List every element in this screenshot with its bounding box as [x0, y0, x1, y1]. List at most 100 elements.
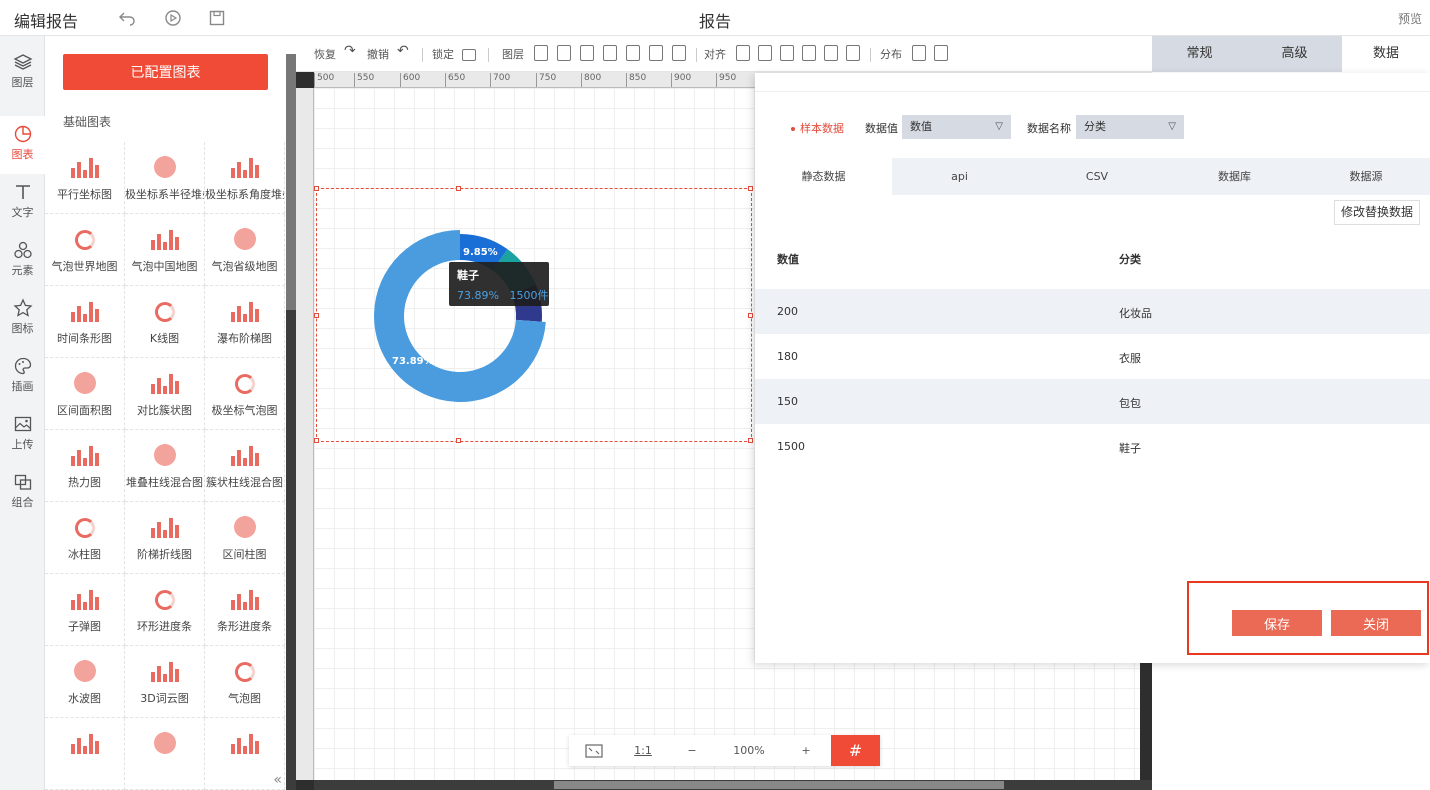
zoom-out-button[interactable]: − [667, 735, 717, 766]
nav-item-text[interactable]: 文字 [0, 174, 45, 232]
data-value-select[interactable]: 数值 ▽ [902, 115, 1011, 139]
modify-data-button[interactable]: 修改替换数据 [1333, 200, 1420, 225]
nav-item-illustrations[interactable]: 插画 [0, 348, 45, 406]
actual-size-button[interactable]: 1:1 [619, 735, 667, 766]
layer-down-icon[interactable] [580, 45, 594, 61]
delete-icon[interactable] [649, 45, 663, 61]
chart-library-item[interactable]: 平行坐标图 [45, 142, 125, 214]
undo-icon[interactable]: ↶ [397, 43, 409, 59]
save-button[interactable]: 保存 [1232, 610, 1322, 636]
distribute-horizontal-icon[interactable] [912, 45, 926, 61]
tab-advanced[interactable]: 高级 [1247, 36, 1342, 72]
table-row[interactable]: 150 包包 [755, 379, 1430, 424]
table-row[interactable]: 180 衣服 [755, 334, 1430, 379]
chart-library-item[interactable]: 3D词云图 [125, 646, 205, 718]
chart-library-item[interactable]: 极坐标系半径堆叠图 [125, 142, 205, 214]
resize-handle[interactable] [748, 313, 753, 318]
chart-library-item[interactable]: 瀑布阶梯图 [205, 286, 285, 358]
chart-library-item[interactable]: 区间柱图 [205, 502, 285, 574]
chart-library-item[interactable]: 堆叠柱线混合图 [125, 430, 205, 502]
resize-handle[interactable] [748, 186, 753, 191]
cell-category: 衣服 [1119, 352, 1141, 365]
tab-datasource[interactable]: 数据源 [1302, 158, 1430, 195]
nav-item-upload[interactable]: 上传 [0, 406, 45, 464]
tab-general[interactable]: 常规 [1152, 36, 1247, 72]
nav-item-group[interactable]: 组合 [0, 464, 45, 522]
copy-icon[interactable] [672, 45, 686, 61]
chart-library-item[interactable]: 热力图 [45, 430, 125, 502]
collapse-panel-icon[interactable]: « [273, 772, 282, 788]
fit-screen-icon[interactable] [569, 735, 619, 766]
donut-chart[interactable]: 73.89% 9.85% [370, 226, 550, 406]
chart-library-item[interactable]: 条形进度条 [205, 574, 285, 646]
chart-library-item[interactable]: 时间条形图 [45, 286, 125, 358]
chart-library-item[interactable]: 簇状柱线混合图 [205, 430, 285, 502]
layer-bottom-icon[interactable] [603, 45, 617, 61]
align-left-icon[interactable] [736, 45, 750, 61]
chart-library-item[interactable] [45, 718, 125, 790]
library-scrollbar[interactable] [286, 54, 296, 790]
resize-handle[interactable] [748, 438, 753, 443]
toolbar-divider [488, 48, 489, 62]
resize-handle[interactable] [456, 438, 461, 443]
nav-item-icons[interactable]: 图标 [0, 290, 45, 348]
close-button[interactable]: 关闭 [1331, 610, 1421, 636]
chart-library-item[interactable] [125, 718, 205, 790]
chart-library-item[interactable]: 冰柱图 [45, 502, 125, 574]
tab-static-data[interactable]: 静态数据 [755, 158, 892, 195]
undo-button[interactable]: 撤销 [367, 46, 389, 62]
undo-arrow-icon[interactable] [118, 9, 136, 27]
chart-library-item[interactable]: 环形进度条 [125, 574, 205, 646]
align-center-icon[interactable] [758, 45, 772, 61]
chart-library-item[interactable]: 极坐标气泡图 [205, 358, 285, 430]
lock-button[interactable]: 锁定 [432, 46, 454, 62]
redo-button[interactable]: 恢复 [314, 46, 336, 62]
horizontal-scroll-thumb[interactable] [554, 781, 1004, 789]
configured-charts-button[interactable]: 已配置图表 [63, 54, 268, 90]
chart-thumbnail-icon [148, 298, 182, 322]
chart-library-item[interactable]: K线图 [125, 286, 205, 358]
align-right-icon[interactable] [780, 45, 794, 61]
library-scroll-thumb[interactable] [286, 54, 296, 310]
layer-top-icon[interactable] [557, 45, 571, 61]
layer-up-icon[interactable] [534, 45, 548, 61]
nav-item-elements[interactable]: 元素 [0, 232, 45, 290]
chart-library-item[interactable]: 气泡中国地图 [125, 214, 205, 286]
save-disk-icon[interactable] [208, 9, 226, 27]
chart-library-item[interactable]: 阶梯折线图 [125, 502, 205, 574]
align-top-icon[interactable] [802, 45, 816, 61]
distribute-vertical-icon[interactable] [934, 45, 948, 61]
align-bottom-icon[interactable] [846, 45, 860, 61]
chart-library-item[interactable]: 气泡省级地图 [205, 214, 285, 286]
chart-library-item[interactable]: 气泡图 [205, 646, 285, 718]
resize-handle[interactable] [314, 313, 319, 318]
lock-icon[interactable] [462, 49, 476, 61]
table-row[interactable]: 200 化妆品 [755, 289, 1430, 334]
data-name-select[interactable]: 分类 ▽ [1076, 115, 1184, 139]
redo-icon[interactable]: ↷ [344, 43, 356, 59]
preview-link[interactable]: 预览 [1398, 10, 1422, 27]
nav-item-charts[interactable]: 图表 [0, 116, 45, 174]
chart-library-item[interactable]: 对比簇状图 [125, 358, 205, 430]
tab-api[interactable]: api [892, 158, 1027, 195]
chart-library-item[interactable]: 极坐标系角度堆叠图 [205, 142, 285, 214]
chart-library-item[interactable]: 气泡世界地图 [45, 214, 125, 286]
grid-toggle-button[interactable]: # [831, 735, 880, 766]
play-icon[interactable] [164, 9, 182, 27]
layer-middle-icon[interactable] [626, 45, 640, 61]
nav-item-layers[interactable]: 图层 [0, 44, 45, 102]
tab-data[interactable]: 数据 [1342, 36, 1430, 72]
align-middle-icon[interactable] [824, 45, 838, 61]
zoom-in-button[interactable]: + [781, 735, 831, 766]
tab-csv[interactable]: CSV [1027, 158, 1167, 195]
chart-thumbnail-icon [148, 586, 182, 610]
resize-handle[interactable] [314, 438, 319, 443]
tab-database[interactable]: 数据库 [1167, 158, 1302, 195]
canvas-horizontal-scrollbar[interactable] [314, 780, 1152, 790]
chart-library-item[interactable]: 子弹图 [45, 574, 125, 646]
resize-handle[interactable] [456, 186, 461, 191]
chart-library-item[interactable]: 水波图 [45, 646, 125, 718]
chart-library-item[interactable]: 区间面积图 [45, 358, 125, 430]
table-row[interactable]: 1500 鞋子 [755, 424, 1430, 469]
resize-handle[interactable] [314, 186, 319, 191]
